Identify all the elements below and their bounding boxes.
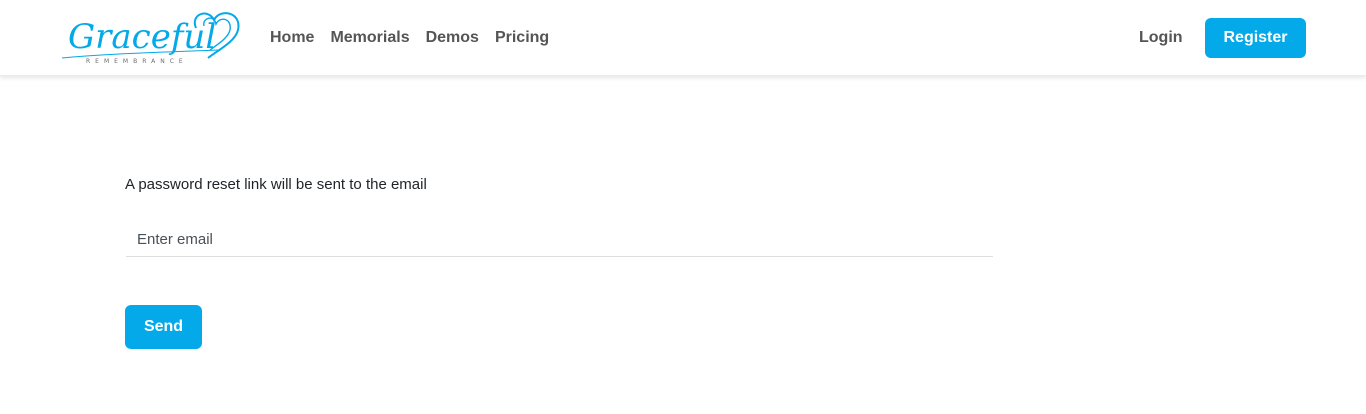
nav-link-demos[interactable]: Demos [426,28,479,48]
register-button[interactable]: Register [1205,18,1306,58]
main-nav: Home Memorials Demos Pricing [270,28,549,48]
reset-instructions: A password reset link will be sent to th… [125,176,427,193]
logo-tagline: REMEMBRANCE [86,58,188,65]
email-input[interactable] [126,222,993,257]
logo-heart-icon: Graceful REMEMBRANCE [61,12,240,65]
top-navbar: Graceful REMEMBRANCE Home Memorials Demo… [0,0,1366,76]
login-link[interactable]: Login [1139,28,1183,48]
nav-link-pricing[interactable]: Pricing [495,28,549,48]
nav-link-memorials[interactable]: Memorials [330,28,409,48]
send-button[interactable]: Send [125,305,202,349]
nav-link-home[interactable]: Home [270,28,314,48]
logo-wordmark: Graceful [68,17,216,57]
graceful-remembrance-logo[interactable]: Graceful REMEMBRANCE [58,6,248,70]
